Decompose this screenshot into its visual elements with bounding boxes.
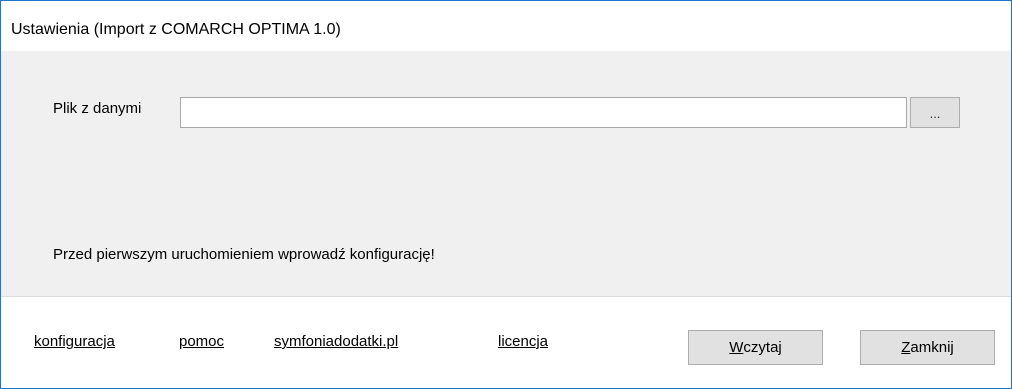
dialog-window: Ustawienia (Import z COMARCH OPTIMA 1.0)… bbox=[0, 0, 1012, 389]
load-button[interactable]: Wczytaj bbox=[688, 330, 823, 365]
close-button[interactable]: Zamknij bbox=[860, 330, 995, 365]
link-licencja[interactable]: licencja bbox=[498, 333, 548, 350]
footer-bar: konfiguracja pomoc symfoniadodatki.pl li… bbox=[1, 296, 1011, 388]
load-button-mnemonic: W bbox=[729, 339, 744, 356]
link-konfiguracja[interactable]: konfiguracja bbox=[34, 333, 115, 350]
close-button-label: amknij bbox=[910, 339, 954, 356]
file-path-input[interactable] bbox=[180, 97, 907, 128]
browse-button[interactable]: ... bbox=[910, 97, 960, 128]
close-button-mnemonic: Z bbox=[901, 339, 911, 356]
settings-panel: Plik z danymi ... Przed pierwszym urucho… bbox=[1, 51, 1011, 296]
config-notice: Przed pierwszym uruchomieniem wprowadź k… bbox=[53, 246, 435, 263]
file-label: Plik z danymi bbox=[53, 100, 142, 117]
title-bar: Ustawienia (Import z COMARCH OPTIMA 1.0) bbox=[1, 1, 1011, 51]
link-pomoc[interactable]: pomoc bbox=[179, 333, 224, 350]
link-symfoniadodatki[interactable]: symfoniadodatki.pl bbox=[274, 333, 398, 350]
window-title: Ustawienia (Import z COMARCH OPTIMA 1.0) bbox=[11, 21, 341, 38]
load-button-label: czytaj bbox=[743, 339, 782, 356]
